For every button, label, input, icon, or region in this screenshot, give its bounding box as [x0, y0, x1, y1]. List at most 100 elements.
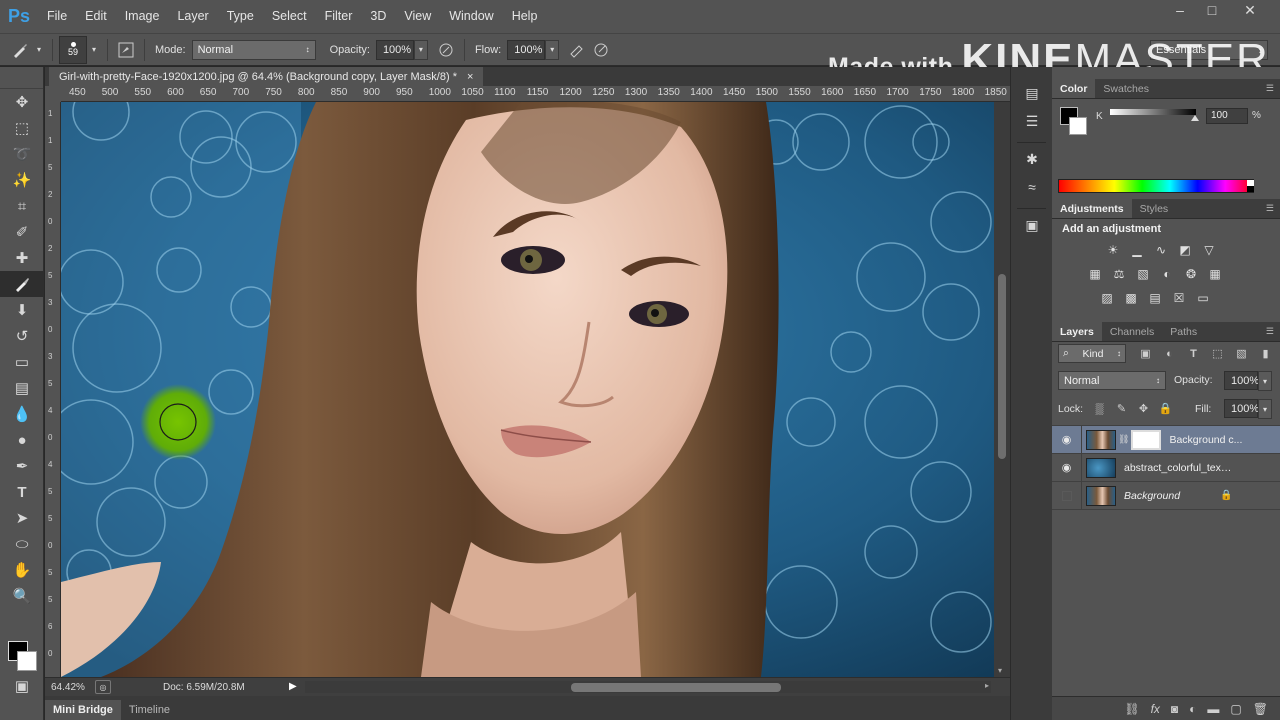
lock-transparent-icon[interactable]: ▒: [1090, 399, 1109, 418]
ellipse-tool-icon[interactable]: ⬭: [0, 531, 44, 557]
filter-toggle-icon[interactable]: ▮: [1256, 344, 1275, 363]
flow-dropdown[interactable]: ▾: [545, 39, 560, 60]
opacity-dropdown[interactable]: ▾: [413, 39, 428, 60]
path-select-tool-icon[interactable]: ➤: [0, 505, 44, 531]
mask-link-icon[interactable]: ⛓: [1118, 434, 1129, 445]
opacity-input[interactable]: 100%: [375, 39, 414, 60]
hue-saturation-icon[interactable]: ▦: [1086, 265, 1104, 283]
menu-layer[interactable]: Layer: [168, 0, 217, 33]
k-value-input[interactable]: 100: [1206, 108, 1248, 124]
history-panel-icon[interactable]: ▤: [1011, 79, 1053, 107]
menu-type[interactable]: Type: [218, 0, 263, 33]
levels-icon[interactable]: ▁: [1128, 241, 1146, 259]
canvas-image[interactable]: [61, 102, 994, 677]
horizontal-scroll-thumb[interactable]: [571, 683, 781, 692]
properties-panel-icon[interactable]: ☰: [1011, 107, 1053, 135]
airbrush-icon[interactable]: [565, 38, 589, 62]
black-white-icon[interactable]: ▧: [1134, 265, 1152, 283]
new-group-icon[interactable]: ▬: [1207, 702, 1219, 716]
lock-position-icon[interactable]: ✥: [1134, 399, 1153, 418]
tab-swatches[interactable]: Swatches: [1095, 79, 1157, 98]
visibility-eye-icon[interactable]: ◉: [1052, 425, 1082, 454]
lock-pixels-icon[interactable]: ✎: [1112, 399, 1131, 418]
layer-filter-select[interactable]: ⌕ Kind ↕: [1058, 344, 1126, 363]
menu-image[interactable]: Image: [116, 0, 169, 33]
close-tab-icon[interactable]: ×: [467, 71, 473, 83]
color-balance-icon[interactable]: ⚖: [1110, 265, 1128, 283]
visibility-eye-icon[interactable]: ◉: [1052, 453, 1082, 482]
k-slider[interactable]: [1110, 109, 1196, 115]
panel-menu-icon[interactable]: ☰: [1266, 326, 1274, 337]
menu-help[interactable]: Help: [503, 0, 547, 33]
lasso-tool-icon[interactable]: ➰: [0, 141, 44, 167]
photo-filter-icon[interactable]: ◐: [1158, 265, 1176, 283]
menu-edit[interactable]: Edit: [76, 0, 116, 33]
new-adjustment-layer-icon[interactable]: ◐: [1189, 702, 1196, 716]
brush-panel-toggle-icon[interactable]: [114, 38, 138, 62]
zoom-tool-icon[interactable]: 🔍: [0, 583, 44, 609]
tab-adjustments[interactable]: Adjustments: [1052, 199, 1132, 218]
tab-channels[interactable]: Channels: [1102, 322, 1162, 341]
move-tool-icon[interactable]: ✥: [0, 89, 44, 115]
posterize-icon[interactable]: ▩: [1122, 289, 1140, 307]
menu-file[interactable]: File: [38, 0, 76, 33]
scroll-down-arrow-icon[interactable]: ▾: [998, 666, 1002, 675]
tab-layers[interactable]: Layers: [1052, 322, 1102, 341]
vertical-scroll-thumb[interactable]: [998, 274, 1006, 459]
fill-input[interactable]: 100%: [1224, 399, 1259, 418]
delete-layer-icon[interactable]: 🗑: [1253, 702, 1268, 716]
filter-adjustment-icon[interactable]: ◐: [1160, 344, 1179, 363]
curves-icon[interactable]: ∿: [1152, 241, 1170, 259]
tab-styles[interactable]: Styles: [1132, 199, 1177, 218]
tab-mini-bridge[interactable]: Mini Bridge: [45, 700, 121, 720]
horizontal-ruler[interactable]: 450 500 550 600 650 700 750 800 850 900 950 1000 105…: [61, 86, 1010, 102]
vibrance-icon[interactable]: ▽: [1200, 241, 1218, 259]
close-icon[interactable]: ✕: [1230, 0, 1270, 20]
threshold-icon[interactable]: ▤: [1146, 289, 1164, 307]
minimize-icon[interactable]: –: [1166, 0, 1194, 20]
invert-icon[interactable]: ▨: [1098, 289, 1116, 307]
healing-brush-tool-icon[interactable]: ✚: [0, 245, 44, 271]
tab-timeline[interactable]: Timeline: [121, 700, 178, 720]
link-layers-icon[interactable]: ⛓: [1124, 702, 1139, 716]
menu-select[interactable]: Select: [263, 0, 316, 33]
tab-paths[interactable]: Paths: [1162, 322, 1205, 341]
exposure-icon[interactable]: ◩: [1176, 241, 1194, 259]
pressure-opacity-icon[interactable]: [434, 38, 458, 62]
status-info-icon[interactable]: ◎: [95, 680, 111, 694]
ruler-origin[interactable]: [45, 86, 61, 102]
brush-tool-icon[interactable]: [8, 38, 32, 62]
visibility-off-box[interactable]: [1052, 481, 1082, 510]
scroll-right-arrow-icon[interactable]: ▸: [985, 681, 989, 690]
layer-row[interactable]: Background 🔒: [1052, 481, 1280, 510]
layer-row[interactable]: ◉ ⛓ Background c...: [1052, 425, 1280, 454]
tab-color[interactable]: Color: [1052, 79, 1096, 98]
color-spectrum-ramp[interactable]: [1058, 179, 1254, 193]
gradient-map-icon[interactable]: ▭: [1194, 289, 1212, 307]
gradient-tool-icon[interactable]: ▤: [0, 375, 44, 401]
background-color-swatch[interactable]: [17, 651, 37, 671]
color-background-swatch[interactable]: [1069, 117, 1087, 135]
quick-mask-icon[interactable]: ▣: [0, 673, 44, 699]
filter-smart-object-icon[interactable]: ▧: [1232, 344, 1251, 363]
lock-all-icon[interactable]: 🔒: [1156, 399, 1175, 418]
brush-preset-picker[interactable]: 59: [59, 35, 87, 64]
add-mask-icon[interactable]: ◙: [1171, 702, 1178, 716]
menu-3d[interactable]: 3D: [361, 0, 395, 33]
layer-mask-thumbnail[interactable]: [1131, 429, 1162, 450]
ramp-black-swatch[interactable]: [1247, 186, 1254, 192]
tools-panel-grip[interactable]: [0, 67, 43, 89]
quick-select-tool-icon[interactable]: ✨: [0, 167, 44, 193]
panel-menu-icon[interactable]: ☰: [1266, 203, 1274, 214]
document-tab[interactable]: Girl-with-pretty-Face-1920x1200.jpg @ 64…: [49, 67, 484, 86]
eraser-tool-icon[interactable]: ▭: [0, 349, 44, 375]
layer-opacity-dropdown[interactable]: ▾: [1258, 371, 1272, 391]
k-slider-thumb[interactable]: [1191, 115, 1199, 121]
tool-preset-dropdown[interactable]: ▾: [32, 40, 46, 60]
crop-tool-icon[interactable]: ⌗: [0, 193, 44, 219]
restore-icon[interactable]: □: [1198, 0, 1226, 20]
eyedropper-tool-icon[interactable]: ✐: [0, 219, 44, 245]
filter-pixel-icon[interactable]: ▣: [1136, 344, 1155, 363]
status-menu-arrow-icon[interactable]: ▶: [289, 681, 297, 693]
hand-tool-icon[interactable]: ✋: [0, 557, 44, 583]
